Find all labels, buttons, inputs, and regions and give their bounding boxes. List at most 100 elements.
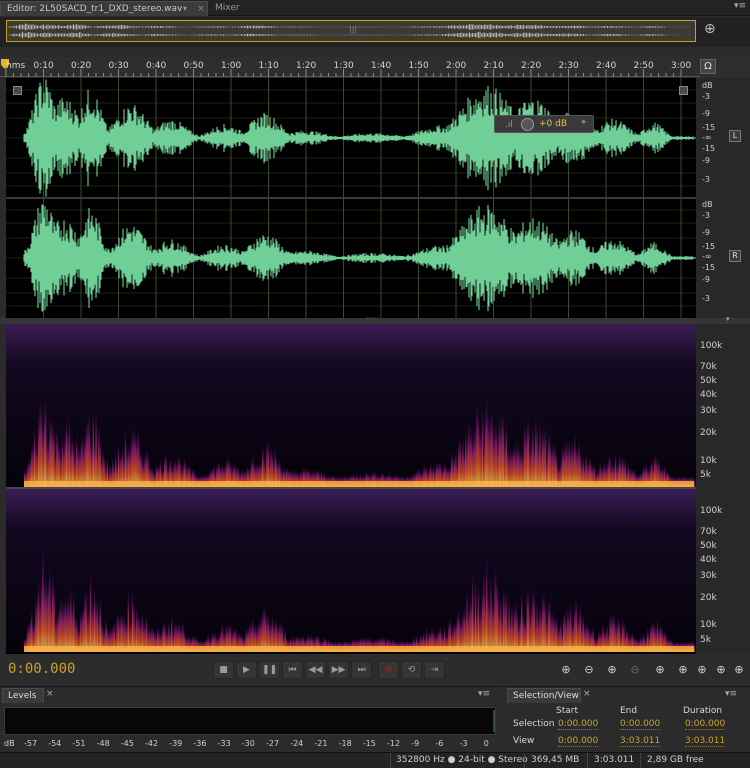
transport-bar: 0:00.000 ■ ▶ ❚❚ ⏮ ◀◀ ▶▶ ⏭ ● ⟲ ⇥ ⊕ ⊖ ⊕ ⊖ … <box>0 655 750 685</box>
svg-text:2:10: 2:10 <box>484 61 504 71</box>
tab-editor-label: Editor: 2L50SACD_tr1_DXD_stereo.wav <box>7 4 183 14</box>
gain-value[interactable]: +0 dB <box>539 119 567 129</box>
skip-button[interactable]: ⇥ <box>424 661 445 679</box>
svg-text:1:20: 1:20 <box>296 61 316 71</box>
zoom-out-amplitude-icon[interactable]: ⊖ <box>580 662 598 678</box>
channel-right-badge[interactable]: R <box>729 250 741 262</box>
headphones-icon[interactable]: Ω <box>700 59 716 74</box>
freq-label: 20k <box>700 428 717 438</box>
fast-forward-button[interactable]: ▶▶ <box>328 661 349 679</box>
divider-grip-icon[interactable]: ····· <box>366 314 379 323</box>
chevron-down-icon[interactable]: ▾ <box>726 315 730 323</box>
freq-label: 70k <box>700 362 717 372</box>
panel-menu-icon[interactable]: ▾≡ <box>725 689 737 699</box>
db-label: -∞ <box>702 252 712 261</box>
zoom-selection-icon[interactable]: ⊕ <box>712 662 730 678</box>
level-scale-label: -12 <box>387 739 401 748</box>
freq-label: 10k <box>700 620 717 630</box>
zoom-in-point-icon[interactable]: ⊕ <box>674 662 692 678</box>
overview-handle-icon[interactable]: ||| <box>349 25 357 34</box>
zoom-out-time-icon[interactable]: ⊖ <box>626 662 644 678</box>
channel-left-badge[interactable]: L <box>729 130 741 142</box>
db-label: -9 <box>702 109 710 118</box>
gain-knob[interactable] <box>521 118 534 131</box>
svg-text:0:10: 0:10 <box>34 61 54 71</box>
channel-divider <box>6 197 696 199</box>
status-free-space: 2,89 GB free <box>647 755 704 765</box>
freq-label: 70k <box>700 527 717 537</box>
selection-start-field[interactable]: 0:00.000 <box>558 719 599 730</box>
selection-end-field[interactable]: 0:00.000 <box>620 719 661 730</box>
loop-button[interactable]: ⟲ <box>401 661 422 679</box>
panel-menu-icon[interactable]: ▾≡ <box>478 689 490 699</box>
tab-dropdown-icon[interactable]: ▾ <box>183 2 187 16</box>
close-icon[interactable]: × <box>46 689 54 699</box>
zoom-full-icon[interactable]: ⊕ <box>651 662 669 678</box>
freq-label: 30k <box>700 571 717 581</box>
level-scale-label: -18 <box>338 739 352 748</box>
stop-button[interactable]: ■ <box>213 661 234 679</box>
level-scale-label: -30 <box>241 739 255 748</box>
gain-hud[interactable]: .ıl +0 dB ⌖ <box>494 115 594 133</box>
level-scale-label: dB <box>4 739 15 748</box>
svg-text:0:20: 0:20 <box>71 61 91 71</box>
time-ruler[interactable]: 0:10 0:20 0:30 0:40 0:50 1:00 1:10 1:20 1:30 1:40… <box>0 57 750 77</box>
svg-text:1:00: 1:00 <box>221 61 241 71</box>
level-scale-label: -24 <box>290 739 304 748</box>
level-scale-label: -3 <box>459 739 468 748</box>
db-label: -15 <box>702 263 716 272</box>
selection-view-tab[interactable]: Selection/View <box>507 688 581 703</box>
level-scale-label: -36 <box>193 739 207 748</box>
tab-close-icon[interactable]: × <box>197 2 205 16</box>
db-label: -9 <box>702 156 710 165</box>
tab-mixer[interactable]: Mixer <box>209 1 253 16</box>
svg-text:0:40: 0:40 <box>146 61 166 71</box>
view-end-field[interactable]: 3:03.011 <box>620 736 661 747</box>
status-bar: 352800 Hz ● 24-bit ● Stereo 369,45 MB 3:… <box>0 752 750 768</box>
rewind-button[interactable]: ◀◀ <box>305 661 326 679</box>
fade-in-handle-icon[interactable] <box>13 86 22 95</box>
zoom-in-amplitude-icon[interactable]: ⊕ <box>557 662 575 678</box>
freq-label: 20k <box>700 593 717 603</box>
play-button[interactable]: ▶ <box>236 661 257 679</box>
db-label: -15 <box>702 144 716 153</box>
freq-label: 5k <box>700 470 711 480</box>
db-label: -3 <box>702 211 710 220</box>
pin-icon[interactable]: ⌖ <box>581 118 586 128</box>
next-button[interactable]: ⏭ <box>351 661 372 679</box>
db-label: -9 <box>702 228 710 237</box>
pause-button[interactable]: ❚❚ <box>259 661 280 679</box>
svg-text:2:40: 2:40 <box>596 61 616 71</box>
zoom-out-point-icon[interactable]: ⊕ <box>693 662 711 678</box>
freq-label: 100k <box>700 506 723 516</box>
panel-menu-icon[interactable]: ▾≡ <box>734 1 746 11</box>
selection-view-tab-label: Selection/View <box>513 691 579 701</box>
levels-tab[interactable]: Levels <box>2 688 44 703</box>
view-duration-field[interactable]: 3:03.011 <box>685 736 726 747</box>
svg-text:2:20: 2:20 <box>521 61 541 71</box>
level-scale-label: -39 <box>169 739 183 748</box>
previous-button[interactable]: ⏮ <box>282 661 303 679</box>
record-button[interactable]: ● <box>378 661 399 679</box>
zoom-in-time-icon[interactable]: ⊕ <box>603 662 621 678</box>
fade-out-handle-icon[interactable] <box>679 86 688 95</box>
zoom-reset-icon[interactable]: ⊕ <box>730 662 748 678</box>
tab-editor[interactable]: Editor: 2L50SACD_tr1_DXD_stereo.wav ▾ × <box>0 1 208 16</box>
current-time-display[interactable]: 0:00.000 <box>8 661 75 677</box>
level-scale-label: -15 <box>362 739 376 748</box>
status-separator <box>640 753 641 768</box>
overview-waveform[interactable]: ||| <box>6 20 696 42</box>
freq-label: 10k <box>700 456 717 466</box>
level-scale-label: -27 <box>266 739 280 748</box>
svg-text:1:10: 1:10 <box>259 61 279 71</box>
waveform-display[interactable] <box>6 78 696 318</box>
level-meter <box>4 707 496 735</box>
close-icon[interactable]: × <box>583 689 591 699</box>
view-start-field[interactable]: 0:00.000 <box>558 736 599 747</box>
ruler-unit-label: hms <box>6 61 26 71</box>
svg-text:1:50: 1:50 <box>409 61 429 71</box>
spectral-display[interactable] <box>6 324 696 654</box>
zoom-navigator-icon[interactable]: ⊕ <box>704 21 716 37</box>
svg-text:2:30: 2:30 <box>559 61 579 71</box>
selection-duration-field[interactable]: 0:00.000 <box>685 719 726 730</box>
